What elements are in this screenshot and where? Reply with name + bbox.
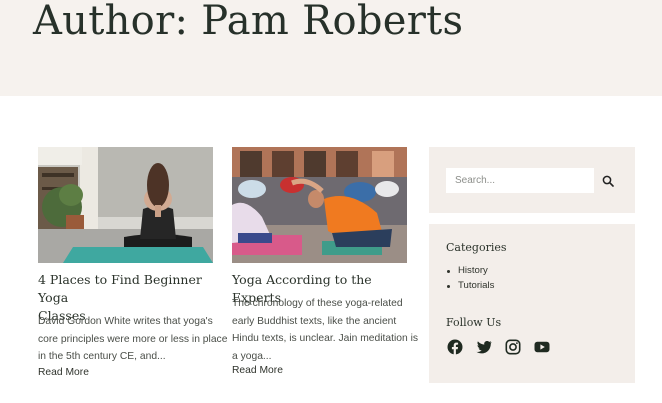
youtube-icon[interactable] bbox=[534, 339, 550, 355]
read-more-link[interactable]: Read More bbox=[38, 367, 89, 378]
twitter-icon[interactable] bbox=[476, 339, 492, 355]
post-title-line[interactable]: 4 Places to Find Beginner Yoga bbox=[38, 271, 213, 307]
search-icon[interactable] bbox=[602, 175, 614, 187]
search-button[interactable] bbox=[595, 168, 621, 193]
page-title: Author: Pam Roberts bbox=[33, 0, 464, 44]
excerpt-line: a yoga... bbox=[232, 350, 272, 362]
post-excerpt: The chronology of these yoga-related ear… bbox=[232, 295, 422, 365]
facebook-icon[interactable] bbox=[447, 339, 463, 355]
categories-list: History Tutorials bbox=[446, 264, 494, 293]
social-links bbox=[447, 339, 550, 355]
search-widget bbox=[429, 147, 635, 213]
read-more-link[interactable]: Read More bbox=[232, 365, 283, 376]
excerpt-line: David Gordon White writes that yoga's bbox=[38, 316, 213, 327]
post-thumbnail[interactable] bbox=[232, 147, 407, 263]
post-card: 4 Places to Find Beginner Yoga Classes D… bbox=[38, 147, 227, 387]
follow-title: Follow Us bbox=[446, 316, 502, 329]
post-excerpt: David Gordon White writes that yoga's co… bbox=[38, 313, 228, 366]
excerpt-line: The chronology of these yoga-related bbox=[232, 298, 403, 309]
search-input[interactable] bbox=[446, 168, 594, 193]
excerpt-line: early Buddhist texts, like the ancient bbox=[232, 315, 397, 327]
excerpt-line: core principles were more or less in pla… bbox=[38, 333, 228, 345]
category-item-tutorials[interactable]: Tutorials bbox=[446, 279, 494, 294]
sidebar-widgets: Categories History Tutorials Follow Us bbox=[429, 224, 635, 383]
excerpt-line: Hindu texts, is unclear. Jain meditation… bbox=[232, 333, 419, 344]
post-card: Yoga According to the Experts The chrono… bbox=[232, 147, 418, 387]
archive-header: Author: Pam Roberts bbox=[0, 0, 662, 96]
category-item-history[interactable]: History bbox=[446, 264, 494, 279]
excerpt-line: in the 5th century CE, and... bbox=[38, 351, 166, 362]
categories-title: Categories bbox=[446, 241, 507, 254]
instagram-icon[interactable] bbox=[505, 339, 521, 355]
post-thumbnail[interactable] bbox=[38, 147, 213, 263]
